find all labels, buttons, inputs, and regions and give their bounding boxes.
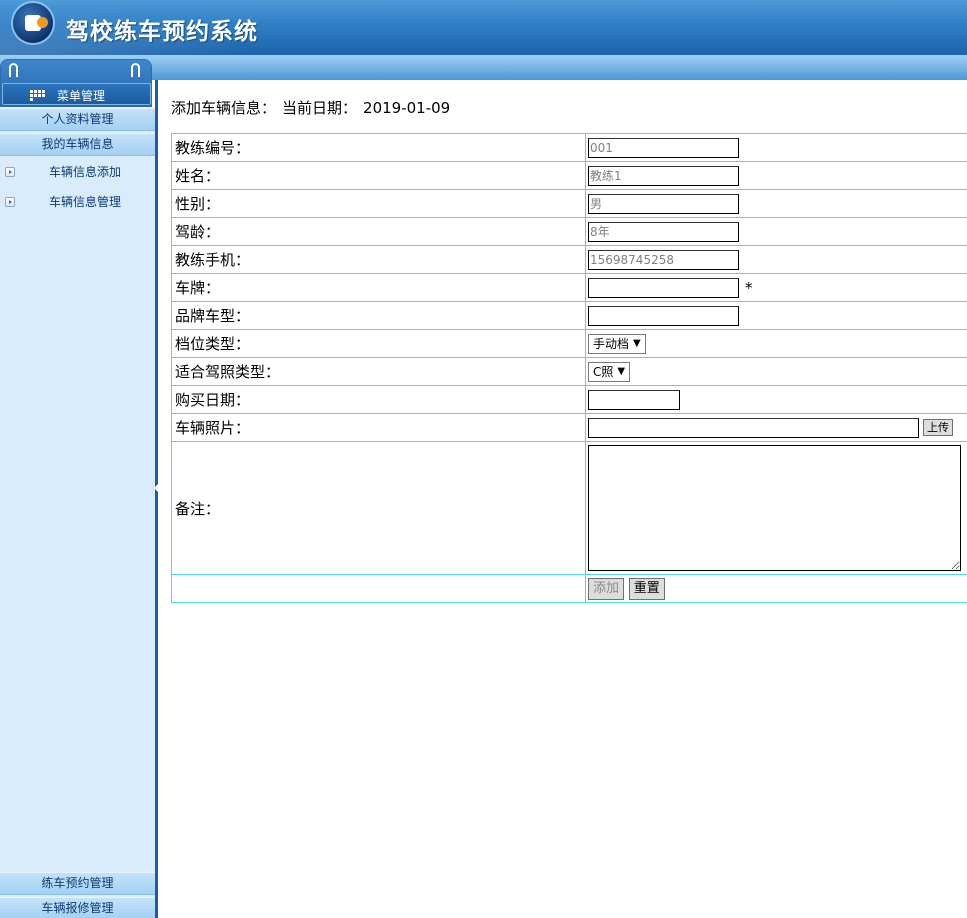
form-cell: [585, 441, 967, 575]
form-cell: 教练1: [585, 161, 967, 190]
plate-label: 车牌：: [171, 273, 586, 302]
date-label: 当前日期：: [282, 99, 358, 117]
app-header: 驾校练车预约系统: [0, 0, 967, 55]
form-cell: 上传: [585, 413, 967, 442]
form-cell: 手动档 ▼: [585, 329, 967, 358]
phone-label: 教练手机：: [171, 245, 586, 274]
gear-type-label: 档位类型：: [171, 329, 586, 358]
gear-type-select[interactable]: 手动档 ▼: [588, 333, 646, 354]
form-row: 教练编号： 001: [171, 133, 967, 162]
add-button[interactable]: 添加: [588, 577, 625, 600]
upload-button[interactable]: 上传: [923, 419, 953, 436]
form-row: 购买日期：: [171, 385, 967, 414]
arrow-bullet-icon: [5, 167, 15, 177]
logo-dot: [37, 17, 48, 28]
app-logo-icon: [13, 3, 53, 43]
vehicle-form: 教练编号： 001 姓名： 教练1 性别： 男 驾龄： 8年 教练手机： 156…: [171, 133, 967, 603]
dropdown-arrow-icon: ▼: [633, 337, 641, 349]
brand-model-label: 品牌车型：: [171, 301, 586, 330]
form-cell: 添加 重置: [585, 574, 967, 603]
driving-years-label: 驾龄：: [171, 217, 586, 246]
empty-cell: [171, 574, 586, 603]
form-cell: 男: [585, 189, 967, 218]
form-cell: *: [585, 273, 967, 302]
sidebar-item-vehicle-add[interactable]: 车辆信息添加: [0, 160, 155, 184]
binder-ring-icon: [9, 63, 18, 77]
form-row: 添加 重置: [171, 574, 967, 603]
sidebar-item-vehicle-manage[interactable]: 车辆信息管理: [0, 190, 155, 214]
page-title-text: 添加车辆信息：: [171, 99, 277, 117]
dropdown-arrow-icon: ▼: [617, 365, 626, 377]
coach-id-label: 教练编号：: [171, 133, 586, 162]
form-row: 性别： 男: [171, 189, 967, 218]
gear-type-value: 手动档: [593, 336, 630, 351]
form-row: 品牌车型：: [171, 301, 967, 330]
name-field[interactable]: 教练1: [588, 165, 739, 186]
photo-path-field[interactable]: [588, 417, 919, 438]
form-row: 档位类型： 手动档 ▼: [171, 329, 967, 358]
driving-years-field[interactable]: 8年: [588, 221, 739, 242]
remark-textarea[interactable]: [588, 445, 961, 571]
plate-field[interactable]: [588, 277, 739, 298]
license-type-label: 适合驾照类型：: [171, 357, 586, 386]
form-row: 备注：: [171, 441, 967, 575]
form-cell: 001: [585, 133, 967, 162]
form-cell: 15698745258: [585, 245, 967, 274]
form-row: 驾龄： 8年: [171, 217, 967, 246]
gender-label: 性别：: [171, 189, 586, 218]
arrow-bullet-icon: [5, 197, 15, 207]
form-cell: 8年: [585, 217, 967, 246]
form-cell: [585, 385, 967, 414]
form-cell: C照 ▼: [585, 357, 967, 386]
gender-field[interactable]: 男: [588, 193, 739, 214]
form-row: 适合驾照类型： C照 ▼: [171, 357, 967, 386]
license-type-select[interactable]: C照 ▼: [588, 361, 631, 382]
form-row: 姓名： 教练1: [171, 161, 967, 190]
menu-title: 菜单管理: [57, 89, 106, 103]
sidebar: [0, 107, 155, 918]
page-title: 添加车辆信息： 当前日期： 2019-01-09: [171, 97, 456, 118]
sidebar-group-profile[interactable]: 个人资料管理: [0, 108, 155, 131]
coach-id-field[interactable]: 001: [588, 137, 739, 158]
menu-grid-icon: [30, 90, 45, 101]
sidebar-group-booking[interactable]: 练车预约管理: [0, 872, 155, 895]
sidebar-divider[interactable]: [155, 80, 158, 918]
sidebar-item-label: 车辆信息添加: [49, 165, 122, 179]
form-row: 教练手机： 15698745258: [171, 245, 967, 274]
required-mark: *: [745, 278, 753, 297]
collapse-arrow-icon[interactable]: [154, 484, 158, 492]
brand-model-field[interactable]: [588, 305, 739, 326]
sidebar-group-my-vehicle[interactable]: 我的车辆信息: [0, 133, 155, 156]
form-row: 车牌： *: [171, 273, 967, 302]
binder-ring-icon: [131, 63, 140, 77]
name-label: 姓名：: [171, 161, 586, 190]
license-type-value: C照: [593, 364, 614, 379]
form-cell: [585, 301, 967, 330]
purchase-date-field[interactable]: [588, 389, 680, 410]
reset-button[interactable]: 重置: [628, 577, 665, 600]
phone-field[interactable]: 15698745258: [588, 249, 739, 270]
app-title: 驾校练车预约系统: [66, 18, 258, 45]
photo-label: 车辆照片：: [171, 413, 586, 442]
sidebar-item-label: 车辆信息管理: [49, 195, 122, 209]
purchase-date-label: 购买日期：: [171, 385, 586, 414]
sidebar-group-repair[interactable]: 车辆报修管理: [0, 897, 155, 918]
remark-label: 备注：: [171, 441, 586, 575]
form-row: 车辆照片： 上传: [171, 413, 967, 442]
current-date: 2019-01-09: [363, 99, 451, 117]
